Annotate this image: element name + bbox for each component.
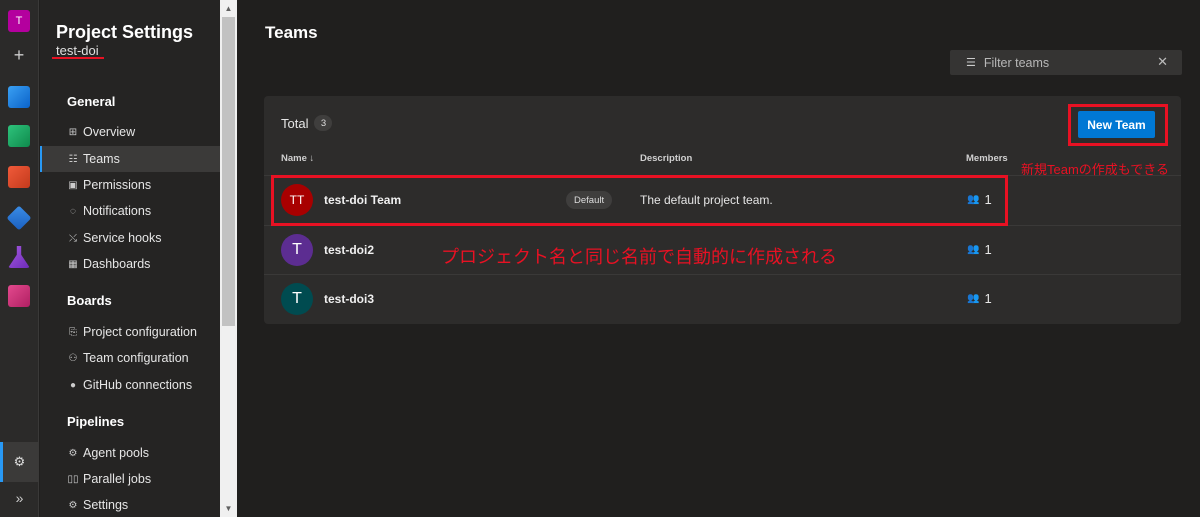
- team-config-icon: ⚇: [68, 352, 78, 364]
- nav-scrollbar[interactable]: ▲ ▼: [220, 0, 237, 517]
- project-name-underline-annotation: [52, 57, 104, 59]
- gear-icon: ⚙: [68, 499, 78, 511]
- nav-item-label: Team configuration: [83, 351, 189, 365]
- nav-item-agent-pools[interactable]: ⚙ Agent pools: [40, 440, 220, 466]
- overview-grid-icon: ⊞: [68, 126, 78, 138]
- project-config-icon: ⎘: [69, 326, 77, 338]
- lock-icon: ▣: [68, 179, 78, 191]
- nav-item-teams[interactable]: ☷ Teams: [40, 146, 220, 172]
- filter-placeholder: Filter teams: [983, 55, 1050, 70]
- nav-item-label: Agent pools: [83, 446, 150, 460]
- column-header-description: Description: [640, 153, 693, 164]
- team-avatar: T: [281, 234, 313, 266]
- scroll-thumb[interactable]: [222, 17, 235, 326]
- nav-item-dashboards[interactable]: ▦ Dashboards: [40, 251, 220, 277]
- project-settings-gear-icon[interactable]: ⚙: [0, 442, 39, 482]
- nav-item-service-hooks[interactable]: ⤯ Service hooks: [40, 225, 220, 251]
- repos-icon[interactable]: [8, 166, 30, 188]
- new-project-plus-icon[interactable]: +: [8, 44, 30, 66]
- plug-icon: ⤯: [69, 232, 77, 244]
- nav-item-label: Parallel jobs: [83, 472, 152, 486]
- nav-item-github-connections[interactable]: ● GitHub connections: [40, 372, 220, 398]
- test-plans-icon[interactable]: [8, 246, 30, 268]
- nav-section-boards: Boards: [67, 293, 112, 308]
- nav-item-label: Teams: [83, 152, 120, 166]
- new-team-annotation: 新規Teamの作成もできる: [1021, 162, 1170, 177]
- people-icon: 👥: [967, 293, 980, 304]
- page-title: Teams: [265, 23, 318, 42]
- total-count: Total 3: [281, 115, 333, 131]
- agent-pools-icon: ⚙: [68, 447, 78, 459]
- overview-icon[interactable]: [8, 86, 30, 108]
- team-members: 👥 1: [967, 291, 992, 306]
- pipelines-icon[interactable]: [6, 205, 32, 231]
- organization-avatar[interactable]: T: [8, 10, 30, 32]
- filter-teams-input[interactable]: ☰ Filter teams ✕: [950, 50, 1182, 75]
- nav-item-settings[interactable]: ⚙ Settings: [40, 492, 220, 517]
- new-team-highlight-box: [1068, 104, 1168, 146]
- team-members: 👥 1: [967, 242, 992, 257]
- nav-item-label: Notifications: [83, 204, 152, 218]
- nav-item-label: Project configuration: [83, 325, 197, 339]
- nav-title: Project Settings: [56, 22, 194, 42]
- team-avatar: T: [281, 283, 313, 315]
- dashboard-icon: ▦: [68, 258, 78, 270]
- project-name[interactable]: test-doi: [56, 43, 99, 58]
- default-team-annotation: プロジェクト名と同じ名前で自動的に作成される: [441, 247, 837, 267]
- count-badge: 3: [314, 115, 333, 131]
- boards-icon[interactable]: [8, 125, 30, 147]
- team-name[interactable]: test-doi2: [324, 243, 374, 257]
- parallel-jobs-icon: ▯▯: [67, 473, 79, 485]
- settings-nav: Project Settings test-doi General ⊞ Overv…: [40, 0, 220, 517]
- expand-rail-icon[interactable]: »: [0, 490, 39, 506]
- members-count: 1: [984, 242, 992, 257]
- nav-item-label: Service hooks: [83, 231, 162, 245]
- nav-item-label: Permissions: [83, 178, 152, 192]
- nav-item-parallel-jobs[interactable]: ▯▯ Parallel jobs: [40, 466, 220, 492]
- scroll-up-arrow-icon[interactable]: ▲: [220, 0, 237, 17]
- scroll-down-arrow-icon[interactable]: ▼: [220, 500, 237, 517]
- teams-icon: ☷: [68, 153, 78, 165]
- total-label: Total: [281, 115, 309, 131]
- nav-item-permissions[interactable]: ▣ Permissions: [40, 172, 220, 198]
- nav-section-pipelines: Pipelines: [67, 414, 125, 429]
- artifacts-icon[interactable]: [8, 285, 30, 307]
- team-name[interactable]: test-doi3: [324, 292, 374, 306]
- chat-bubble-icon: ◌: [70, 205, 76, 217]
- nav-item-label: Settings: [83, 498, 129, 512]
- github-icon: ●: [69, 379, 77, 391]
- team-row[interactable]: T test-doi3 👥 1: [264, 274, 1181, 323]
- people-icon: 👥: [967, 244, 980, 255]
- clear-filter-close-icon[interactable]: ✕: [1157, 54, 1168, 70]
- app-rail: T + ⚙ »: [0, 0, 39, 517]
- nav-item-label: Dashboards: [83, 257, 151, 271]
- nav-item-label: GitHub connections: [83, 378, 193, 392]
- column-header-members: Members: [966, 153, 1008, 164]
- nav-item-team-configuration[interactable]: ⚇ Team configuration: [40, 345, 220, 371]
- nav-item-project-configuration[interactable]: ⎘ Project configuration: [40, 319, 220, 345]
- default-team-highlight-box: [271, 175, 1008, 226]
- nav-item-overview[interactable]: ⊞ Overview: [40, 119, 220, 145]
- nav-item-label: Overview: [83, 125, 136, 139]
- nav-item-notifications[interactable]: ◌ Notifications: [40, 198, 220, 224]
- column-header-name[interactable]: Name ↓: [281, 153, 314, 164]
- nav-section-general: General: [67, 94, 116, 109]
- filter-icon: ☰: [966, 57, 976, 69]
- members-count: 1: [984, 291, 992, 306]
